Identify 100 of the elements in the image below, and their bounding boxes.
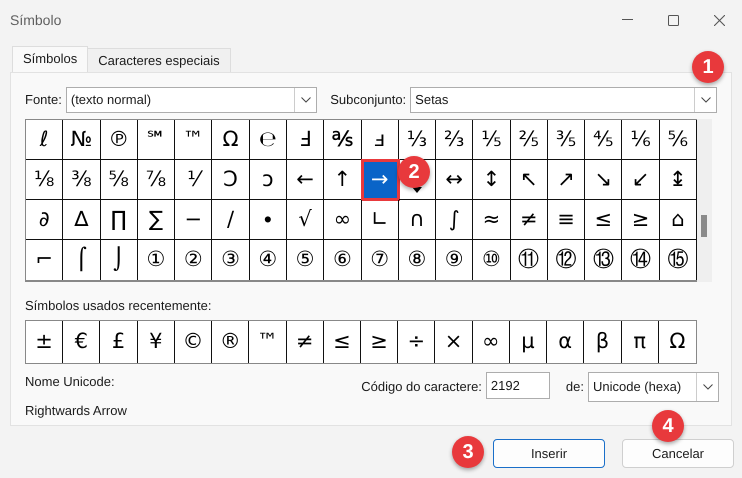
symbol-cell[interactable]: ∟ [362, 200, 399, 240]
symbol-cell[interactable]: ℗ [100, 120, 138, 160]
close-icon [714, 14, 724, 26]
symbol-cell[interactable]: ↙ [622, 160, 660, 200]
scrollbar-thumb[interactable] [701, 215, 707, 237]
recent-symbol-cell[interactable]: ± [26, 320, 64, 362]
code-from-dropdown[interactable]: Unicode (hexa) [588, 372, 719, 402]
recent-symbol-cell[interactable]: ® [212, 320, 250, 362]
symbol-cell[interactable]: ⅖ [510, 120, 548, 160]
symbol-cell[interactable]: ⅔ [436, 120, 474, 160]
symbol-cell[interactable]: ∕ [212, 200, 250, 240]
symbol-cell[interactable]: ⑩ [473, 240, 511, 280]
recent-symbol-cell[interactable]: ™ [249, 320, 287, 362]
recent-symbol-cell[interactable]: µ [510, 320, 548, 362]
tab[interactable]: Símbolos [12, 46, 88, 72]
recent-symbol-cell[interactable]: ≥ [360, 320, 398, 362]
symbol-cell[interactable]: ↘ [585, 160, 622, 200]
recent-symbol-cell[interactable]: Ω [658, 320, 696, 362]
symbol-cell[interactable]: ⑧ [398, 240, 436, 280]
symbol-cell[interactable]: Ↄ [212, 160, 250, 200]
symbol-cell[interactable]: ⅕ [473, 120, 511, 160]
symbol-cell[interactable]: ⑦ [362, 240, 399, 280]
symbol-cell[interactable]: ④ [250, 240, 287, 280]
symbol-cell[interactable]: ∞ [324, 200, 362, 240]
symbol-cell[interactable]: − [175, 200, 212, 240]
symbol-cell[interactable]: ↄ [250, 160, 287, 200]
symbol-cell[interactable]: → [362, 160, 399, 200]
symbol-cell[interactable]: ≈ [473, 200, 511, 240]
symbol-cell[interactable]: ℮ [250, 120, 287, 160]
maximize-icon [668, 14, 678, 26]
symbol-cell[interactable]: ① [138, 240, 176, 280]
symbol-cell[interactable]: ≥ [622, 200, 660, 240]
symbol-cell[interactable]: ⌐ [26, 240, 64, 280]
recent-symbol-cell[interactable]: π [622, 320, 659, 362]
insert-button[interactable]: Inserir [493, 439, 605, 468]
recent-symbol-cell[interactable]: β [584, 320, 622, 362]
symbol-cell[interactable]: ℠ [138, 120, 176, 160]
symbol-cell[interactable]: ≠ [510, 200, 548, 240]
subset-dropdown[interactable]: Setas [410, 87, 717, 113]
symbol-cell[interactable]: ∙ [250, 200, 287, 240]
cancel-button[interactable]: Cancelar [622, 439, 734, 468]
symbol-cell[interactable]: ← [286, 160, 324, 200]
recent-symbol-cell[interactable]: ≠ [286, 320, 324, 362]
symbol-cell[interactable]: ∂ [26, 200, 64, 240]
symbol-cell[interactable]: ™ [175, 120, 212, 160]
symbol-cell[interactable]: ⑤ [286, 240, 324, 280]
chevron-down-icon [700, 97, 710, 103]
window-title: Símbolo [10, 10, 62, 30]
symbol-cell[interactable]: ⑨ [436, 240, 474, 280]
symbol-cell[interactable]: ⅜ [63, 160, 101, 200]
symbol-cell[interactable]: ↖ [510, 160, 548, 200]
symbol-cell[interactable]: ∩ [398, 200, 436, 240]
symbol-cell[interactable]: ℁ [324, 120, 362, 160]
symbol-cell[interactable]: ∫ [436, 200, 474, 240]
recent-symbol-cell[interactable]: £ [100, 320, 138, 362]
symbol-cell[interactable]: Ⅎ [286, 120, 324, 160]
symbol-cell[interactable]: № [63, 120, 101, 160]
character-code-field[interactable]: 2192 [486, 372, 550, 398]
scrollbar[interactable] [697, 119, 712, 282]
tab[interactable]: Caracteres especiais [87, 48, 231, 72]
recent-symbol-cell[interactable]: ∞ [472, 320, 510, 362]
symbol-cell[interactable]: ≤ [585, 200, 622, 240]
recent-symbol-cell[interactable]: © [174, 320, 212, 362]
symbol-cell[interactable]: ⅛ [26, 160, 64, 200]
symbol-cell[interactable]: ⌠ [63, 240, 101, 280]
symbol-cell[interactable]: ② [175, 240, 212, 280]
recent-symbol-cell[interactable]: ÷ [398, 320, 436, 362]
recent-symbol-cell[interactable]: ¥ [138, 320, 175, 362]
unicode-name-value: Rightwards Arrow [25, 402, 127, 420]
symbol-cell[interactable]: ⑭ [622, 240, 660, 280]
code-from-label: de: [566, 378, 584, 396]
symbol-cell[interactable]: ⅘ [585, 120, 622, 160]
symbol-cell[interactable]: ↕ [473, 160, 511, 200]
symbol-cell[interactable]: ⅙ [622, 120, 660, 160]
symbol-cell[interactable]: ⑬ [585, 240, 622, 280]
subset-label: Subconjunto: [330, 91, 406, 110]
symbol-cell[interactable]: Ω [212, 120, 250, 160]
recent-symbol-cell[interactable]: × [435, 320, 473, 362]
symbol-cell[interactable]: ⅝ [100, 160, 138, 200]
symbol-cell[interactable]: ③ [212, 240, 250, 280]
symbol-cell[interactable]: ⑥ [324, 240, 362, 280]
font-dropdown[interactable]: (texto normal) [66, 87, 318, 113]
recent-symbol-cell[interactable]: ≤ [324, 320, 361, 362]
recent-symbol-cell[interactable]: α [547, 320, 584, 362]
symbol-cell[interactable]: ⅟ [175, 160, 212, 200]
symbol-cell[interactable]: ⌡ [100, 240, 138, 280]
symbol-cell[interactable]: √ [286, 200, 324, 240]
recent-symbol-cell[interactable]: € [63, 320, 100, 362]
step-number-marker: 1 [692, 51, 724, 83]
symbol-cell[interactable]: ≡ [548, 200, 586, 240]
symbol-cell[interactable]: ↔ [436, 160, 474, 200]
symbol-cell[interactable]: ↗ [548, 160, 586, 200]
symbol-cell[interactable]: ∑ [138, 200, 176, 240]
symbol-cell[interactable]: ∏ [100, 200, 138, 240]
symbol-cell[interactable]: ⅗ [548, 120, 586, 160]
symbol-cell[interactable]: ⑪ [510, 240, 548, 280]
symbol-cell[interactable]: ℓ [26, 120, 64, 160]
symbol-cell[interactable]: ∆ [63, 200, 101, 240]
symbol-cell[interactable]: ⑫ [548, 240, 586, 280]
symbol-cell[interactable]: ⅞ [138, 160, 176, 200]
